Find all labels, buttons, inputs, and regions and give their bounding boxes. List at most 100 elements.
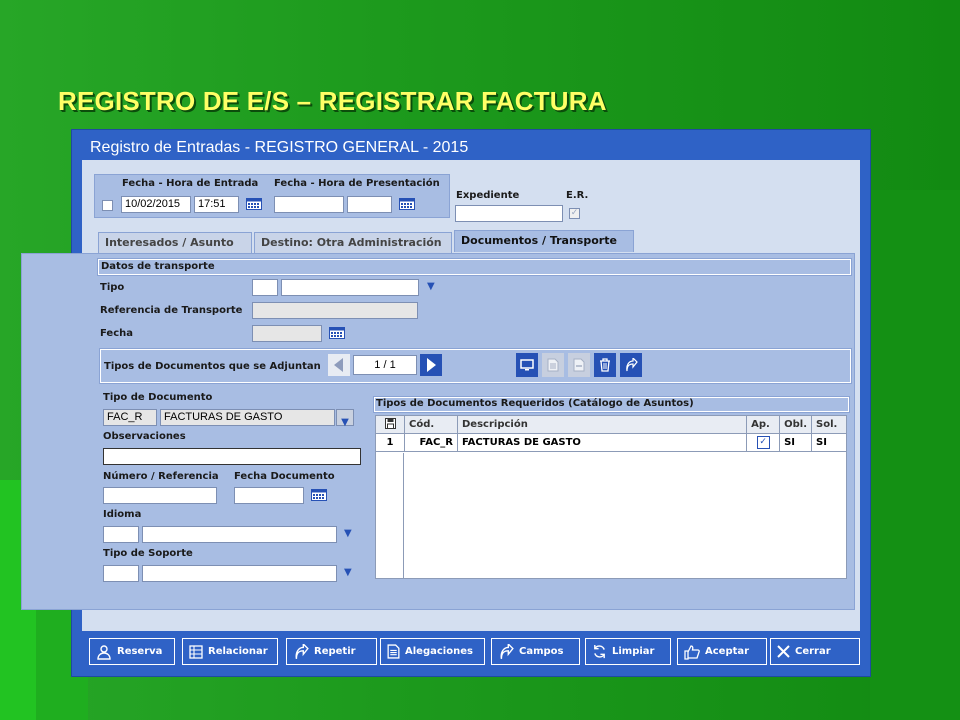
row-code: FAC_R bbox=[404, 433, 458, 452]
adjuntos-label: Tipos de Documentos que se Adjuntan bbox=[104, 361, 321, 372]
required-table-index-column bbox=[375, 453, 404, 579]
column-header-obl[interactable]: Obl. bbox=[779, 415, 812, 434]
remove-document-icon bbox=[573, 358, 585, 372]
redo-arrow-icon bbox=[626, 358, 638, 372]
pager-display: 1 / 1 bbox=[353, 355, 417, 375]
referencia-input bbox=[252, 302, 418, 319]
entrada-label: Fecha - Hora de Entrada bbox=[122, 178, 259, 189]
window-title: Registro de Entradas - REGISTRO GENERAL … bbox=[90, 139, 469, 156]
list-icon bbox=[189, 644, 203, 659]
row-obl: SI bbox=[779, 433, 812, 452]
fecha-documento-input[interactable] bbox=[234, 487, 304, 504]
campos-button[interactable]: Campos bbox=[491, 638, 580, 665]
expediente-input[interactable] bbox=[455, 205, 563, 222]
fecha-label: Fecha bbox=[100, 328, 134, 339]
required-table: Cód. Descripción Ap. Obl. Sol. 1 FAC_R F… bbox=[375, 415, 847, 452]
chevron-down-icon[interactable]: ▼ bbox=[427, 281, 435, 292]
remove-document-button bbox=[568, 353, 590, 377]
idioma-label: Idioma bbox=[103, 509, 142, 520]
monitor-button[interactable] bbox=[516, 353, 538, 377]
table-row[interactable]: 1 FAC_R FACTURAS DE GASTO ✓ SI SI bbox=[375, 433, 847, 452]
entrada-date-input[interactable]: 10/02/2015 bbox=[121, 196, 191, 213]
entrada-time-input[interactable]: 17:51 bbox=[194, 196, 239, 213]
refresh-icon bbox=[594, 644, 605, 659]
tipo-label: Tipo bbox=[100, 282, 125, 293]
tab-interesados-asunto[interactable]: Interesados / Asunto bbox=[98, 232, 252, 253]
column-header-cod[interactable]: Cód. bbox=[404, 415, 458, 434]
row-index: 1 bbox=[375, 433, 405, 452]
fecha-documento-label: Fecha Documento bbox=[234, 471, 335, 482]
chevron-down-icon: ▼ bbox=[341, 417, 349, 428]
tipo-documento-dropdown[interactable]: ▼ bbox=[336, 409, 354, 428]
presentacion-time-input[interactable] bbox=[347, 196, 392, 213]
slide-title: REGISTRO DE E/S – REGISTRAR FACTURA bbox=[58, 86, 607, 116]
reserva-button[interactable]: Reserva bbox=[89, 638, 175, 665]
delete-button[interactable] bbox=[594, 353, 616, 377]
tab-documentos-transporte[interactable]: Documentos / Transporte bbox=[454, 230, 634, 252]
redo-arrow-icon bbox=[295, 643, 309, 659]
fecha-input bbox=[252, 325, 322, 342]
referencia-label: Referencia de Transporte bbox=[100, 305, 243, 316]
limpiar-button[interactable]: Limpiar bbox=[585, 638, 671, 665]
aceptar-button[interactable]: Aceptar bbox=[677, 638, 767, 665]
idioma-code-input[interactable] bbox=[103, 526, 139, 543]
redo-button[interactable] bbox=[620, 353, 642, 377]
limpiar-label: Limpiar bbox=[612, 646, 655, 657]
idioma-desc-input[interactable] bbox=[142, 526, 337, 543]
thumbs-up-icon bbox=[684, 644, 700, 660]
cerrar-label: Cerrar bbox=[795, 646, 831, 657]
repetir-label: Repetir bbox=[314, 646, 356, 657]
presentacion-date-input[interactable] bbox=[274, 196, 344, 213]
calendar-icon[interactable] bbox=[246, 198, 262, 210]
document-icon bbox=[387, 644, 400, 659]
redo-arrow-icon bbox=[500, 643, 514, 659]
close-icon bbox=[777, 645, 790, 658]
save-icon bbox=[384, 417, 396, 429]
er-label: E.R. bbox=[566, 190, 589, 201]
campos-label: Campos bbox=[519, 646, 564, 657]
bg-block-right bbox=[870, 190, 960, 720]
observaciones-input[interactable] bbox=[103, 448, 361, 465]
next-page-icon[interactable] bbox=[420, 354, 442, 376]
row-ap-cell: ✓ bbox=[746, 433, 781, 452]
cerrar-button[interactable]: Cerrar bbox=[770, 638, 860, 665]
soporte-desc-input[interactable] bbox=[142, 565, 337, 582]
column-header-descripcion[interactable]: Descripción bbox=[456, 415, 748, 434]
expediente-label: Expediente bbox=[456, 190, 520, 201]
soporte-label: Tipo de Soporte bbox=[103, 548, 193, 559]
observaciones-label: Observaciones bbox=[103, 431, 186, 442]
relacionar-button[interactable]: Relacionar bbox=[182, 638, 278, 665]
tipo-desc-input[interactable] bbox=[281, 279, 419, 296]
tipo-documento-label: Tipo de Documento bbox=[103, 392, 213, 403]
tipo-documento-code[interactable]: FAC_R bbox=[103, 409, 157, 426]
repetir-button[interactable]: Repetir bbox=[286, 638, 377, 665]
calendar-icon[interactable] bbox=[329, 327, 345, 339]
tipo-documento-desc[interactable]: FACTURAS DE GASTO bbox=[160, 409, 335, 426]
ap-checkbox[interactable]: ✓ bbox=[756, 436, 770, 449]
calendar-icon[interactable] bbox=[399, 198, 415, 210]
relacionar-label: Relacionar bbox=[208, 646, 268, 657]
tipo-code-input[interactable] bbox=[252, 279, 278, 296]
row-sol: SI bbox=[811, 433, 847, 452]
chevron-down-icon[interactable]: ▼ bbox=[344, 528, 352, 539]
er-checkbox: ✓ bbox=[569, 208, 580, 219]
document-button bbox=[542, 353, 564, 377]
numero-input[interactable] bbox=[103, 487, 217, 504]
calendar-icon[interactable] bbox=[311, 489, 327, 501]
reserva-label: Reserva bbox=[117, 646, 163, 657]
numero-label: Número / Referencia bbox=[103, 471, 219, 482]
table-header-row: Cód. Descripción Ap. Obl. Sol. bbox=[375, 415, 847, 434]
soporte-code-input[interactable] bbox=[103, 565, 139, 582]
trash-icon bbox=[600, 358, 610, 372]
user-icon bbox=[97, 644, 111, 660]
required-section-title: Tipos de Documentos Requeridos (Catálogo… bbox=[376, 398, 694, 409]
prev-page-icon[interactable] bbox=[328, 354, 350, 376]
entrada-checkbox[interactable] bbox=[102, 200, 113, 211]
document-icon bbox=[547, 358, 559, 372]
chevron-down-icon[interactable]: ▼ bbox=[344, 567, 352, 578]
tab-destino[interactable]: Destino: Otra Administración bbox=[254, 232, 452, 253]
presentacion-label: Fecha - Hora de Presentación bbox=[274, 178, 440, 189]
column-header-sol[interactable]: Sol. bbox=[811, 415, 847, 434]
alegaciones-button[interactable]: Alegaciones bbox=[380, 638, 485, 665]
column-header-ap[interactable]: Ap. bbox=[746, 415, 781, 434]
